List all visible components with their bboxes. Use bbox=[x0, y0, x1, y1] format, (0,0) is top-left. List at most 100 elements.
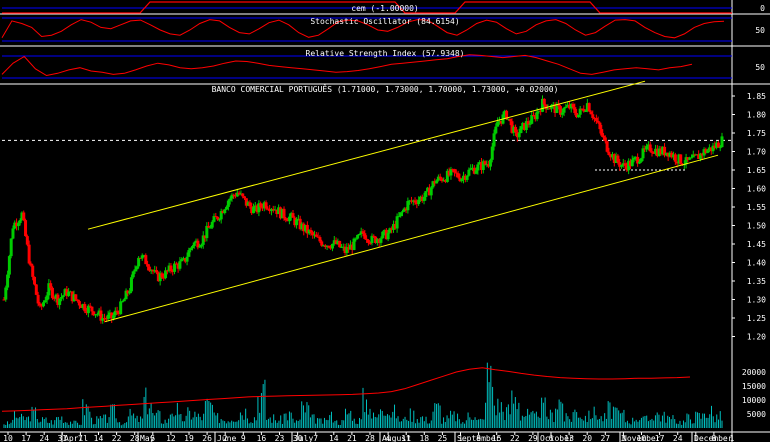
candle-body bbox=[397, 216, 401, 218]
candle-body bbox=[9, 238, 13, 257]
candle-body bbox=[41, 302, 45, 307]
price-tick-7: 1.50 bbox=[747, 222, 766, 231]
month-label-7: November bbox=[622, 434, 661, 442]
candle-body bbox=[185, 256, 189, 262]
candle-body bbox=[453, 169, 457, 173]
cem-title: cem (-1.00000) bbox=[351, 4, 418, 13]
candle-body bbox=[67, 291, 71, 296]
candle-body bbox=[131, 271, 135, 278]
candle-body bbox=[4, 287, 8, 300]
candle-body bbox=[196, 240, 200, 248]
candle-body bbox=[45, 295, 49, 301]
candle-body bbox=[76, 299, 80, 302]
candle-body bbox=[706, 150, 710, 153]
candle-body bbox=[517, 133, 521, 138]
price-tick-5: 1.60 bbox=[747, 185, 766, 194]
candle-body bbox=[718, 147, 722, 149]
candle-body bbox=[74, 294, 78, 300]
candle-body bbox=[6, 274, 10, 288]
candle-body bbox=[429, 187, 433, 196]
price-tick-12: 1.25 bbox=[747, 314, 766, 323]
date-tick-5: 14 bbox=[94, 434, 104, 442]
date-tick-10: 19 bbox=[184, 434, 194, 442]
candle-body bbox=[22, 212, 26, 221]
candle-body bbox=[542, 98, 546, 105]
candle-body bbox=[514, 126, 518, 133]
upper-trend-line bbox=[87, 80, 646, 230]
candle-body bbox=[248, 202, 252, 207]
candle-body bbox=[61, 295, 65, 298]
candle-body bbox=[226, 200, 230, 207]
candle-body bbox=[115, 310, 119, 312]
candle-body bbox=[264, 202, 268, 209]
candle-body bbox=[330, 243, 334, 249]
rsi-axis-label: 50 bbox=[755, 63, 765, 72]
candle-body bbox=[128, 291, 132, 294]
candle-body bbox=[605, 141, 609, 152]
candle-body bbox=[490, 146, 494, 160]
candle-body bbox=[11, 228, 15, 239]
candle-body bbox=[488, 159, 492, 167]
date-tick-37: 24 bbox=[673, 434, 683, 442]
candle-body bbox=[530, 115, 534, 124]
month-label-0: April bbox=[64, 434, 88, 442]
candle-body bbox=[399, 212, 403, 217]
candle-body bbox=[160, 273, 164, 278]
volume-tick-2: 10000 bbox=[742, 396, 766, 405]
candle-body bbox=[27, 244, 31, 264]
rsi-title: Relative Strength Index (57.9348) bbox=[306, 49, 465, 58]
candle-body bbox=[465, 175, 469, 180]
candle-body bbox=[438, 176, 442, 179]
candle-body bbox=[83, 304, 87, 312]
candle-body bbox=[630, 159, 634, 167]
candle-body bbox=[180, 259, 184, 262]
candle-body bbox=[50, 287, 54, 299]
candle-body bbox=[223, 209, 227, 214]
date-tick-19: 21 bbox=[347, 434, 357, 442]
candle-body bbox=[135, 266, 139, 270]
candle-body bbox=[199, 244, 203, 247]
month-label-3: July bbox=[294, 434, 313, 442]
candle-body bbox=[456, 173, 460, 178]
candle-body bbox=[474, 170, 478, 174]
price-tick-9: 1.40 bbox=[747, 259, 766, 268]
candle-body bbox=[379, 238, 383, 243]
candle-body bbox=[494, 126, 498, 134]
candle-body bbox=[25, 236, 29, 245]
candle-body bbox=[673, 154, 677, 162]
candle-body bbox=[435, 180, 439, 184]
candle-body bbox=[192, 242, 196, 247]
volume-tick-1: 15000 bbox=[742, 382, 766, 391]
candle-body bbox=[320, 241, 324, 246]
candle-body bbox=[600, 129, 604, 136]
candle-body bbox=[589, 111, 593, 115]
date-tick-11: 26 bbox=[202, 434, 212, 442]
month-label-2: June bbox=[217, 434, 236, 442]
candle-body bbox=[594, 118, 598, 121]
date-tick-23: 18 bbox=[419, 434, 429, 442]
candle-body bbox=[90, 306, 94, 312]
candle-body bbox=[119, 301, 123, 315]
candle-body bbox=[483, 161, 487, 165]
candle-body bbox=[16, 223, 20, 227]
price-tick-11: 1.30 bbox=[747, 296, 766, 305]
lower-trend-line bbox=[104, 154, 719, 323]
candle-body bbox=[295, 219, 299, 226]
date-tick-14: 16 bbox=[257, 434, 267, 442]
candle-body bbox=[111, 315, 115, 319]
candle-body bbox=[632, 157, 636, 160]
candle-body bbox=[460, 179, 464, 182]
candle-body bbox=[650, 151, 654, 153]
candle-body bbox=[291, 213, 295, 218]
date-tick-20: 28 bbox=[365, 434, 375, 442]
candle-body bbox=[228, 198, 232, 201]
date-tick-13: 9 bbox=[241, 434, 246, 442]
candle-body bbox=[164, 270, 168, 279]
candle-body bbox=[59, 297, 63, 299]
candle-body bbox=[43, 300, 47, 303]
candle-body bbox=[120, 301, 124, 303]
month-label-6: October bbox=[540, 434, 574, 442]
candle-body bbox=[386, 232, 390, 240]
candle-body bbox=[122, 299, 126, 302]
candle-body bbox=[52, 298, 56, 300]
